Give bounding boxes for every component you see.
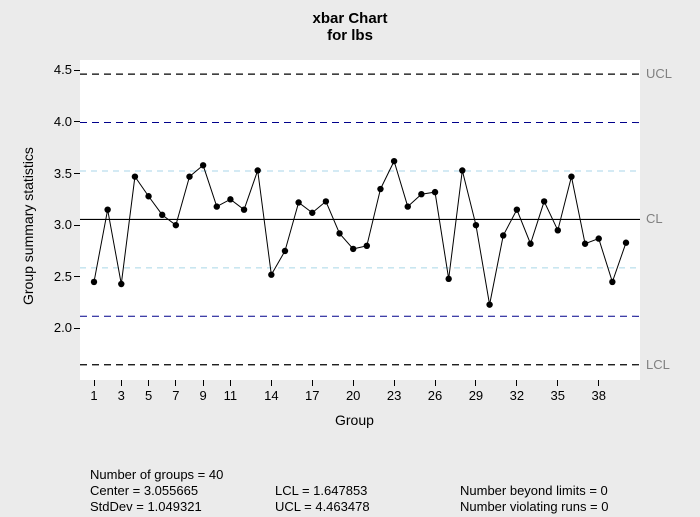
chart-svg [80,60,640,380]
cl-label: CL [646,211,663,226]
x-tick [435,380,436,386]
x-tick-label: 11 [218,388,242,403]
x-tick [353,380,354,386]
y-tick [74,328,80,329]
data-point [568,173,574,179]
x-tick-label: 38 [587,388,611,403]
x-tick-label: 20 [341,388,365,403]
x-tick [475,380,476,386]
y-tick-label: 2.0 [32,320,72,335]
data-point [445,276,451,282]
chart-title: xbar Chart for lbs [0,10,700,44]
x-tick [557,380,558,386]
y-tick [74,70,80,71]
data-point [609,279,615,285]
x-tick [121,380,122,386]
x-tick [230,380,231,386]
data-point [555,227,561,233]
data-point [582,241,588,247]
data-point [159,212,165,218]
data-point [527,241,533,247]
footer-lcl: LCL = 1.647853 [275,483,367,499]
data-point [309,210,315,216]
x-tick [516,380,517,386]
y-tick [74,225,80,226]
footer-stddev: StdDev = 1.049321 [90,499,202,515]
data-point [282,248,288,254]
x-tick [203,380,204,386]
data-point [350,246,356,252]
data-point [145,193,151,199]
data-point [418,191,424,197]
data-point [514,206,520,212]
data-point [391,158,397,164]
data-point [227,196,233,202]
y-tick-label: 3.5 [32,166,72,181]
x-tick-label: 1 [82,388,106,403]
x-tick-label: 29 [464,388,488,403]
footer-ngroups: Number of groups = 40 [90,467,223,483]
data-point [623,240,629,246]
data-point [118,281,124,287]
data-point [241,206,247,212]
footer-beyond: Number beyond limits = 0 [460,483,608,499]
data-point [405,203,411,209]
data-point [268,272,274,278]
x-axis-label: Group [335,412,374,428]
data-point [486,301,492,307]
y-tick-label: 4.5 [32,62,72,77]
data-point [500,232,506,238]
x-tick [175,380,176,386]
data-point [254,167,260,173]
data-line [94,161,626,304]
data-point [91,279,97,285]
data-point [200,162,206,168]
y-tick-label: 3.0 [32,217,72,232]
x-tick-label: 26 [423,388,447,403]
ucl-label: UCL [646,66,672,81]
y-tick [74,173,80,174]
footer-viol: Number violating runs = 0 [460,499,609,515]
data-point [186,173,192,179]
x-tick-label: 9 [191,388,215,403]
x-tick [394,380,395,386]
x-tick-label: 23 [382,388,406,403]
x-tick [598,380,599,386]
y-tick [74,276,80,277]
data-point [541,198,547,204]
footer-center: Center = 3.055665 [90,483,198,499]
x-tick-label: 7 [164,388,188,403]
y-tick [74,121,80,122]
x-tick [94,380,95,386]
chart-title-line1: xbar Chart [0,10,700,27]
y-tick-label: 2.5 [32,269,72,284]
data-point [377,186,383,192]
data-point [214,203,220,209]
x-tick [312,380,313,386]
data-point [364,243,370,249]
chart-title-line2: for lbs [0,27,700,44]
x-tick-label: 14 [259,388,283,403]
x-tick-label: 3 [109,388,133,403]
x-tick-label: 17 [300,388,324,403]
data-point [323,198,329,204]
y-tick-label: 4.0 [32,114,72,129]
data-point [336,230,342,236]
data-point [295,199,301,205]
data-point [473,222,479,228]
data-point [104,206,110,212]
data-point [596,235,602,241]
x-tick-label: 35 [546,388,570,403]
plot-panel [80,60,640,380]
data-point [432,189,438,195]
x-tick [271,380,272,386]
lcl-label: LCL [646,357,670,372]
data-point [459,167,465,173]
x-tick-label: 5 [137,388,161,403]
x-tick [148,380,149,386]
x-tick-label: 32 [505,388,529,403]
data-point [132,173,138,179]
data-point [173,222,179,228]
footer-ucl: UCL = 4.463478 [275,499,370,515]
